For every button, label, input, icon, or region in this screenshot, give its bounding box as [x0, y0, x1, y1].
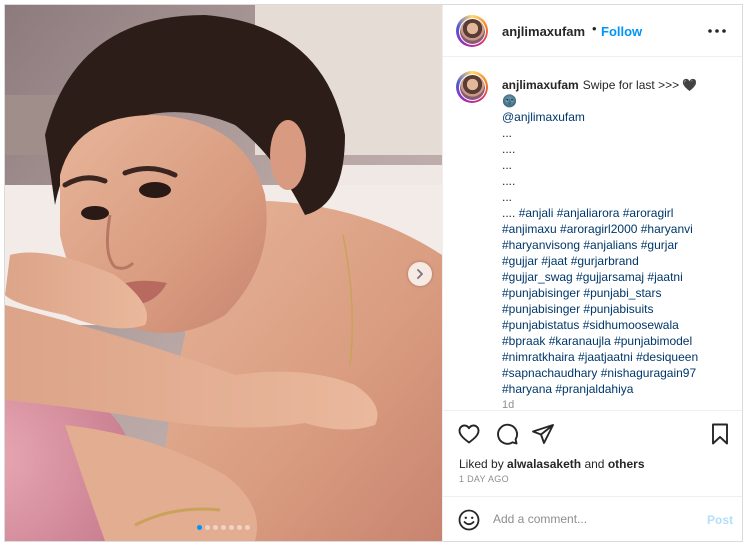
comments-area[interactable]: anjlimaxufam Swipe for last >>> 🖤 🌚 @anjl…: [443, 57, 742, 410]
carousel-dot: [229, 525, 234, 530]
carousel-dot: [237, 525, 242, 530]
more-horizontal-icon: [708, 29, 726, 33]
liked-by-prefix: Liked by: [459, 457, 504, 471]
next-slide-button[interactable]: [408, 262, 432, 286]
follow-button[interactable]: Follow: [601, 24, 642, 39]
carousel-dot: [197, 525, 202, 530]
bookmark-icon[interactable]: [708, 422, 732, 446]
post-header: anjlimaxufam • Follow: [443, 5, 742, 57]
caption-dots: ....: [502, 174, 516, 188]
liked-by-others[interactable]: others: [608, 457, 645, 471]
caption-first-line: Swipe for last >>> 🖤: [582, 78, 698, 92]
comment-icon[interactable]: [495, 422, 519, 446]
liked-by-user[interactable]: alwalasaketh: [507, 457, 581, 471]
caption-hashtags[interactable]: #sapnachaudhary #nishaguragain97: [502, 365, 732, 381]
more-options-button[interactable]: [705, 19, 729, 43]
post-photo: [5, 5, 442, 541]
carousel-dot: [221, 525, 226, 530]
carousel-dot: [213, 525, 218, 530]
caption-emoji-line: 🌚: [502, 94, 517, 108]
avatar-ring: [458, 73, 486, 101]
post-actions: Liked by alwalasaketh and others 1 DAY A…: [443, 410, 742, 496]
caption-dots-prefix: ....: [502, 206, 516, 220]
caption-hashtags[interactable]: #gujjar #jaat #gurjarbrand: [502, 253, 732, 269]
comment-input[interactable]: [493, 506, 693, 532]
post-comment-button[interactable]: Post: [707, 513, 733, 527]
smiley-icon[interactable]: [457, 508, 481, 532]
post-age[interactable]: 1 DAY AGO: [459, 474, 509, 484]
separator-dot: •: [592, 21, 597, 36]
caption-hashtags[interactable]: #nimratkhaira #jaatjaatni #desiqueen: [502, 349, 732, 365]
header-username[interactable]: anjlimaxufam: [502, 24, 585, 39]
post-caption: anjlimaxufam Swipe for last >>> 🖤 🌚 @anjl…: [502, 77, 732, 410]
caption-hashtags[interactable]: #punjabisinger #punjabi_stars: [502, 285, 732, 301]
caption-dots: ...: [502, 190, 513, 204]
post-media[interactable]: [5, 5, 442, 541]
carousel-dot: [245, 525, 250, 530]
caption-hashtags[interactable]: #haryana #pranjaldahiya: [502, 381, 732, 397]
caption-hashtags[interactable]: #haryanvisong #anjalians #gurjar: [502, 237, 732, 253]
caption-dots: ....: [502, 142, 516, 156]
carousel-indicator: [5, 525, 442, 530]
avatar-photo: [459, 74, 485, 100]
heart-icon[interactable]: [457, 422, 481, 446]
liked-by-and: and: [584, 457, 605, 471]
caption-time: 1d: [502, 399, 515, 410]
caption-hashtags[interactable]: #gujjar_swag #gujjarsamaj #jaatni: [502, 269, 732, 285]
caption-hashtags[interactable]: #punjabistatus #sidhumoosewala: [502, 317, 732, 333]
avatar-photo: [459, 18, 485, 44]
carousel-dot: [205, 525, 210, 530]
avatar-ring: [458, 17, 486, 45]
caption-hashtags[interactable]: #bpraak #karanaujla #punjabimodel: [502, 333, 732, 349]
caption-author[interactable]: anjlimaxufam: [502, 78, 579, 92]
post-side-panel: anjlimaxufam • Follow anjlimaxufam Swipe …: [442, 5, 742, 541]
caption-hashtags[interactable]: #anjimaxu #aroragirl2000 #haryanvi: [502, 221, 732, 237]
caption-hashtags[interactable]: #anjali #anjaliarora #aroragirl: [519, 206, 674, 220]
share-icon[interactable]: [531, 422, 555, 446]
likes-summary: Liked by alwalasaketh and others: [459, 457, 645, 471]
post-dialog: anjlimaxufam • Follow anjlimaxufam Swipe …: [4, 4, 743, 542]
chevron-right-icon: [417, 269, 423, 279]
avatar[interactable]: [456, 15, 488, 47]
add-comment-bar: Post: [443, 496, 742, 541]
caption-dots: ...: [502, 158, 513, 172]
caption-mention[interactable]: @anjlimaxufam: [502, 109, 732, 125]
caption-avatar[interactable]: [456, 71, 488, 103]
caption-hashtags[interactable]: #punjabisinger #punjabisuits: [502, 301, 732, 317]
caption-dots: ...: [502, 126, 513, 140]
